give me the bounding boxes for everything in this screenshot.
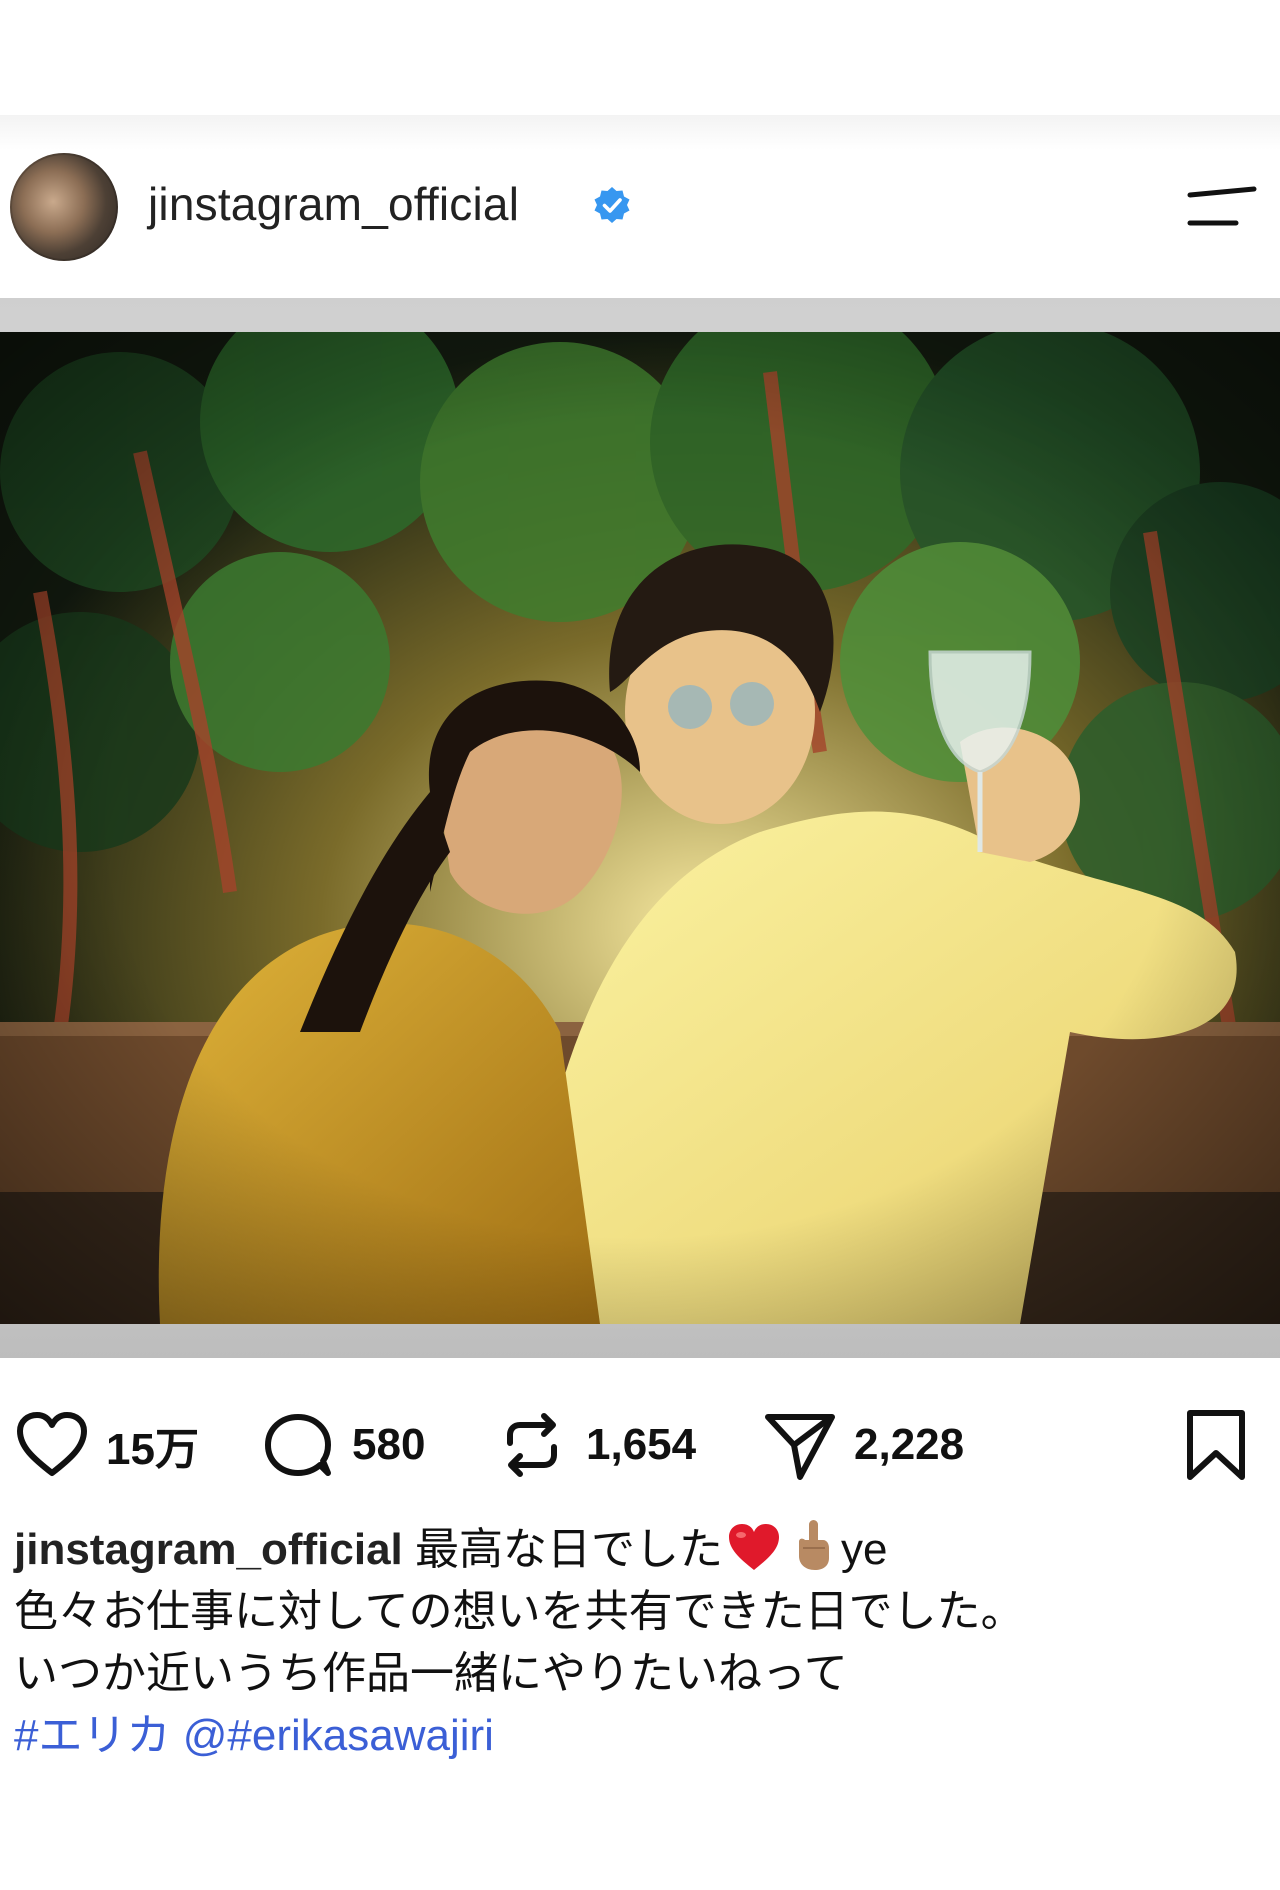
share-action[interactable]: 2,228 (760, 1400, 964, 1490)
options-menu-icon[interactable] (1186, 185, 1258, 233)
caption-line-1: jinstagram_official 最高な日でした ye (14, 1518, 1264, 1581)
repost-action[interactable]: 1,654 (492, 1400, 696, 1490)
hashtag-link[interactable]: #エリカ (14, 1711, 170, 1760)
middle-finger-emoji-icon (799, 1520, 830, 1570)
likes-count: 15万 (106, 1425, 199, 1474)
caption-text-1-tail: ye (841, 1525, 888, 1574)
heart-icon[interactable] (12, 1405, 92, 1485)
post-photo[interactable] (0, 298, 1280, 1358)
verified-badge-icon (594, 187, 630, 223)
save-action[interactable] (1176, 1400, 1256, 1490)
caption-line-3: いつか近いうち作品一緒にやりたいねって (14, 1649, 848, 1698)
post-header: jinstagram_official (0, 115, 1280, 295)
post-username[interactable]: jinstagram_official (148, 177, 519, 231)
comments-count: 580 (352, 1420, 426, 1469)
mention-link[interactable]: @#erikasawajiri (183, 1711, 494, 1760)
like-action[interactable]: 15万 (12, 1400, 199, 1490)
photo-image (0, 332, 1280, 1324)
action-bar: 15万 580 1,654 2,228 (0, 1400, 1280, 1490)
caption-text-1: 最高な日でした (415, 1525, 724, 1574)
post-caption: jinstagram_official 最高な日でした ye 色々お仕事に対して… (14, 1518, 1264, 1767)
caption-line-4: #エリカ @#erikasawajiri (14, 1705, 1264, 1767)
red-heart-emoji-icon (729, 1524, 780, 1570)
comment-action[interactable]: 580 (258, 1400, 425, 1490)
comment-icon[interactable] (258, 1405, 338, 1485)
caption-line-2: 色々お仕事に対しての想いを共有できた日でした。 (14, 1587, 1025, 1636)
shares-count: 2,228 (854, 1420, 965, 1469)
repost-icon[interactable] (492, 1405, 572, 1485)
bookmark-icon[interactable] (1176, 1405, 1256, 1485)
caption-username[interactable]: jinstagram_official (14, 1525, 403, 1574)
profile-avatar[interactable] (10, 153, 118, 261)
reposts-count: 1,654 (586, 1420, 697, 1469)
share-icon[interactable] (760, 1405, 840, 1485)
